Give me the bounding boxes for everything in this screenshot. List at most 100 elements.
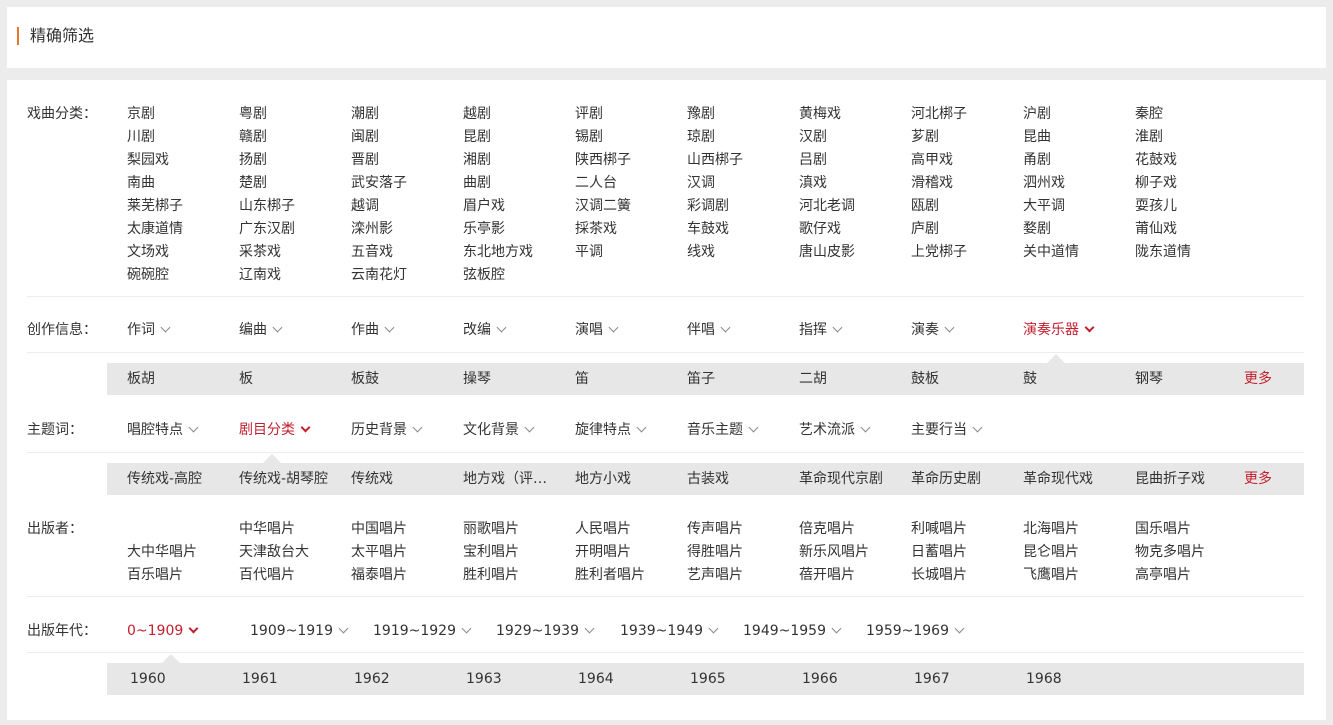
play-type-option[interactable]: 革命现代戏 <box>1023 470 1093 488</box>
year-option[interactable]: 1963 <box>466 670 502 688</box>
opera-category-item[interactable]: 关中道情 <box>1023 243 1079 261</box>
opera-category-item[interactable]: 陇东道情 <box>1135 243 1191 261</box>
opera-category-item[interactable]: 越调 <box>351 197 379 215</box>
publisher-item[interactable]: 传声唱片 <box>687 520 743 538</box>
theme-filter-0[interactable]: 唱腔特点 <box>127 421 199 439</box>
instrument-option[interactable]: 操琴 <box>463 370 491 388</box>
opera-category-item[interactable]: 山西梆子 <box>687 151 743 169</box>
play-type-option[interactable]: 昆曲折子戏 <box>1135 470 1205 488</box>
opera-category-item[interactable]: 梨园戏 <box>127 151 169 169</box>
opera-category-item[interactable]: 瓯剧 <box>911 197 939 215</box>
opera-category-item[interactable]: 平调 <box>575 243 603 261</box>
publisher-item[interactable]: 中国唱片 <box>351 520 407 538</box>
publisher-item[interactable]: 胜利唱片 <box>463 566 519 584</box>
opera-category-item[interactable]: 甬剧 <box>1023 151 1051 169</box>
opera-category-item[interactable]: 莱芜梆子 <box>127 197 183 215</box>
publisher-item[interactable]: 百代唱片 <box>239 566 295 584</box>
opera-category-item[interactable]: 锡剧 <box>575 128 603 146</box>
year-filter-5[interactable]: 1949~1959 <box>743 622 842 640</box>
year-filter-2[interactable]: 1919~1929 <box>373 622 472 640</box>
opera-category-item[interactable]: 晋剧 <box>351 151 379 169</box>
year-filter-4[interactable]: 1939~1949 <box>620 622 719 640</box>
year-filter-1[interactable]: 1909~1919 <box>250 622 349 640</box>
opera-category-item[interactable]: 莆仙戏 <box>1135 220 1177 238</box>
year-option[interactable]: 1967 <box>914 670 950 688</box>
play-type-option[interactable]: 传统戏 <box>351 470 393 488</box>
creation-filter-6[interactable]: 指挥 <box>799 321 843 339</box>
opera-category-item[interactable]: 芗剧 <box>911 128 939 146</box>
opera-category-item[interactable]: 歌仔戏 <box>799 220 841 238</box>
opera-category-item[interactable]: 柳子戏 <box>1135 174 1177 192</box>
publisher-item[interactable]: 倍克唱片 <box>799 520 855 538</box>
publisher-item[interactable]: 开明唱片 <box>575 543 631 561</box>
opera-category-item[interactable]: 湘剧 <box>463 151 491 169</box>
opera-category-item[interactable]: 乐亭影 <box>463 220 505 238</box>
opera-category-item[interactable]: 彩调剧 <box>687 197 729 215</box>
instrument-option[interactable]: 二胡 <box>799 370 827 388</box>
theme-filter-1[interactable]: 剧目分类 <box>239 421 311 439</box>
year-option[interactable]: 1965 <box>690 670 726 688</box>
opera-category-item[interactable]: 庐剧 <box>911 220 939 238</box>
instrument-option[interactable]: 板胡 <box>127 370 155 388</box>
theme-filter-6[interactable]: 艺术流派 <box>799 421 871 439</box>
publisher-item[interactable]: 昆仑唱片 <box>1023 543 1079 561</box>
publisher-item[interactable]: 胜利者唱片 <box>575 566 645 584</box>
opera-category-item[interactable]: 曲剧 <box>463 174 491 192</box>
opera-category-item[interactable]: 河北梆子 <box>911 105 967 123</box>
year-filter-0[interactable]: 0~1909 <box>127 622 199 640</box>
opera-category-item[interactable]: 潮剧 <box>351 105 379 123</box>
opera-category-item[interactable]: 南曲 <box>127 174 155 192</box>
publisher-item[interactable]: 百乐唱片 <box>127 566 183 584</box>
instrument-option[interactable]: 钢琴 <box>1135 370 1163 388</box>
opera-category-item[interactable]: 车鼓戏 <box>687 220 729 238</box>
opera-category-item[interactable]: 花鼓戏 <box>1135 151 1177 169</box>
opera-category-item[interactable]: 淮剧 <box>1135 128 1163 146</box>
opera-category-item[interactable]: 吕剧 <box>799 151 827 169</box>
opera-category-item[interactable]: 线戏 <box>687 243 715 261</box>
year-filter-3[interactable]: 1929~1939 <box>496 622 595 640</box>
opera-category-item[interactable]: 粤剧 <box>239 105 267 123</box>
opera-category-item[interactable]: 闽剧 <box>351 128 379 146</box>
year-option[interactable]: 1964 <box>578 670 614 688</box>
opera-category-item[interactable]: 川剧 <box>127 128 155 146</box>
year-filter-6[interactable]: 1959~1969 <box>866 622 965 640</box>
publisher-item[interactable]: 长城唱片 <box>911 566 967 584</box>
year-option[interactable]: 1962 <box>354 670 390 688</box>
publisher-item[interactable]: 宝利唱片 <box>463 543 519 561</box>
opera-category-item[interactable]: 婺剧 <box>1023 220 1051 238</box>
more-link[interactable]: 更多 <box>1244 370 1272 388</box>
opera-category-item[interactable]: 汉调 <box>687 174 715 192</box>
opera-category-item[interactable]: 楚剧 <box>239 174 267 192</box>
opera-category-item[interactable]: 昆曲 <box>1023 128 1051 146</box>
publisher-item[interactable]: 蓓开唱片 <box>799 566 855 584</box>
creation-filter-4[interactable]: 演唱 <box>575 321 619 339</box>
play-type-option[interactable]: 革命现代京剧 <box>799 470 883 488</box>
theme-filter-4[interactable]: 旋律特点 <box>575 421 647 439</box>
year-option[interactable]: 1966 <box>802 670 838 688</box>
instrument-option[interactable]: 笛子 <box>687 370 715 388</box>
instrument-option[interactable]: 笛 <box>575 370 589 388</box>
opera-category-item[interactable]: 上党梆子 <box>911 243 967 261</box>
theme-filter-7[interactable]: 主要行当 <box>911 421 983 439</box>
year-option[interactable]: 1968 <box>1026 670 1062 688</box>
creation-filter-0[interactable]: 作词 <box>127 321 171 339</box>
opera-category-item[interactable]: 採茶戏 <box>575 220 617 238</box>
play-type-option[interactable]: 革命历史剧 <box>911 470 981 488</box>
opera-category-item[interactable]: 大平调 <box>1023 197 1065 215</box>
publisher-item[interactable]: 艺声唱片 <box>687 566 743 584</box>
opera-category-item[interactable]: 弦板腔 <box>463 266 505 284</box>
opera-category-item[interactable]: 山东梆子 <box>239 197 295 215</box>
opera-category-item[interactable]: 黄梅戏 <box>799 105 841 123</box>
play-type-option[interactable]: 地方小戏 <box>575 470 631 488</box>
publisher-item[interactable]: 北海唱片 <box>1023 520 1079 538</box>
instrument-option[interactable]: 板鼓 <box>351 370 379 388</box>
theme-filter-3[interactable]: 文化背景 <box>463 421 535 439</box>
opera-category-item[interactable]: 武安落子 <box>351 174 407 192</box>
play-type-option[interactable]: 传统戏-高腔 <box>127 470 202 488</box>
opera-category-item[interactable]: 滇戏 <box>799 174 827 192</box>
creation-filter-2[interactable]: 作曲 <box>351 321 395 339</box>
creation-filter-3[interactable]: 改编 <box>463 321 507 339</box>
opera-category-item[interactable]: 越剧 <box>463 105 491 123</box>
opera-category-item[interactable]: 采茶戏 <box>239 243 281 261</box>
publisher-item[interactable]: 中华唱片 <box>239 520 295 538</box>
